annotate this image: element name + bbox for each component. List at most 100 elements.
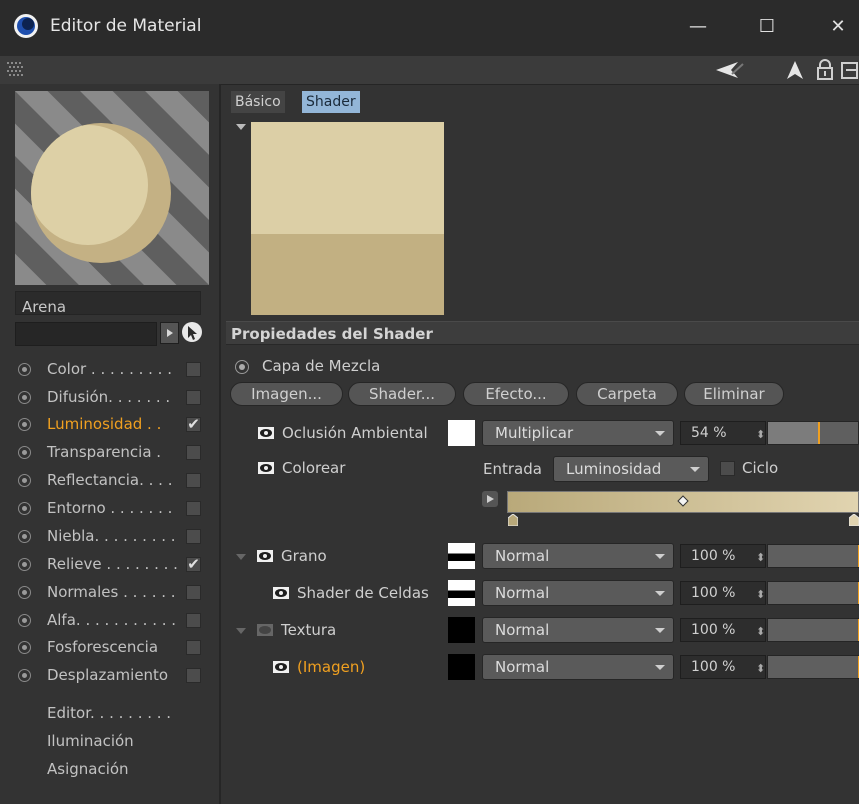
maximize-button[interactable]: ☐: [752, 12, 782, 42]
nav-illumination[interactable]: Iluminación: [47, 732, 134, 750]
cells-mode-dropdown[interactable]: Normal: [482, 580, 674, 606]
channel-checkbox[interactable]: ✔: [186, 417, 201, 432]
delete-button[interactable]: Eliminar: [684, 382, 784, 406]
texture-mode-dropdown[interactable]: Normal: [482, 617, 674, 643]
channel-luminosity[interactable]: Luminosidad . . ✔: [15, 414, 205, 436]
spinner-icon[interactable]: ⬍: [756, 424, 765, 446]
occlusion-swatch[interactable]: [448, 420, 475, 446]
eye-icon[interactable]: [273, 661, 289, 673]
channel-checkbox[interactable]: [186, 585, 201, 600]
channel-checkbox[interactable]: [186, 473, 201, 488]
channel-radio[interactable]: [18, 502, 31, 515]
channel-checkbox[interactable]: [186, 362, 201, 377]
channel-alpha[interactable]: Alfa. . . . . . . . . . .: [15, 610, 205, 632]
grain-swatch[interactable]: [448, 543, 475, 569]
close-button[interactable]: ✕: [823, 12, 853, 42]
channel-reflectance[interactable]: Reflectancia. . . .: [15, 470, 205, 492]
collapse-icon[interactable]: [236, 628, 246, 634]
spinner-icon[interactable]: ⬍: [756, 658, 765, 680]
gradient-knot-icon[interactable]: [849, 514, 859, 526]
channel-environment[interactable]: Entorno . . . . . . .: [15, 498, 205, 520]
layer-radio[interactable]: [235, 360, 249, 374]
channel-checkbox[interactable]: ✔: [186, 557, 201, 572]
occlusion-percent-field[interactable]: 54 % ⬍: [680, 421, 766, 445]
channel-checkbox[interactable]: [186, 529, 201, 544]
channel-checkbox[interactable]: [186, 613, 201, 628]
cells-swatch[interactable]: [448, 580, 475, 606]
spinner-icon[interactable]: ⬍: [756, 547, 765, 569]
cells-percent-field[interactable]: 100 % ⬍: [680, 581, 766, 605]
nav-assignment[interactable]: Asignación: [47, 760, 129, 778]
image-slider[interactable]: [767, 655, 859, 679]
channel-checkbox[interactable]: [186, 640, 201, 655]
channel-radio[interactable]: [18, 558, 31, 571]
image-percent-field[interactable]: 100 % ⬍: [680, 655, 766, 679]
nav-editor[interactable]: Editor. . . . . . . . .: [47, 704, 171, 722]
channel-radio[interactable]: [18, 669, 31, 682]
texture-percent-field[interactable]: 100 % ⬍: [680, 618, 766, 642]
channel-fog[interactable]: Niebla. . . . . . . . .: [15, 526, 205, 548]
eye-icon[interactable]: [273, 587, 289, 599]
channel-radio[interactable]: [18, 614, 31, 627]
channel-radio[interactable]: [18, 363, 31, 376]
eye-icon[interactable]: [257, 624, 273, 636]
expand-arrow-icon[interactable]: [160, 322, 179, 344]
new-window-icon[interactable]: [840, 59, 859, 81]
grain-slider[interactable]: [767, 544, 859, 568]
folder-button[interactable]: Carpeta: [576, 382, 678, 406]
gradient-midpoint-icon[interactable]: [677, 495, 689, 507]
minimize-button[interactable]: —: [683, 12, 713, 42]
channel-radio[interactable]: [18, 641, 31, 654]
channel-transparency[interactable]: Transparencia .: [15, 442, 205, 464]
texture-swatch[interactable]: [448, 617, 475, 643]
channel-glow[interactable]: Fosforescencia: [15, 637, 205, 659]
collapse-icon[interactable]: [236, 554, 246, 560]
channel-color[interactable]: Color . . . . . . . . .: [15, 359, 205, 381]
cycle-checkbox[interactable]: [720, 461, 735, 476]
panel-divider[interactable]: [219, 84, 221, 804]
channel-radio[interactable]: [18, 586, 31, 599]
eye-icon[interactable]: [257, 550, 273, 562]
occlusion-slider[interactable]: [767, 421, 859, 445]
effect-button[interactable]: Efecto...: [463, 382, 569, 406]
channel-radio[interactable]: [18, 391, 31, 404]
input-dropdown[interactable]: Luminosidad: [553, 456, 709, 482]
image-mode-dropdown[interactable]: Normal: [482, 654, 674, 680]
occlusion-mode-dropdown[interactable]: Multiplicar: [482, 420, 674, 446]
tab-shader[interactable]: Shader: [302, 91, 360, 113]
eye-icon[interactable]: [258, 427, 274, 439]
texture-slider[interactable]: [767, 618, 859, 642]
grip-icon[interactable]: [7, 61, 29, 77]
channel-displacement[interactable]: Desplazamiento: [15, 665, 205, 687]
channel-normals[interactable]: Normales . . . . . .: [15, 582, 205, 604]
material-preview[interactable]: [15, 91, 209, 285]
spinner-icon[interactable]: ⬍: [756, 584, 765, 606]
gradient-knot-icon[interactable]: [508, 514, 518, 526]
grain-mode-dropdown[interactable]: Normal: [482, 543, 674, 569]
channel-bump[interactable]: Relieve . . . . . . . . ✔: [15, 554, 205, 576]
image-button[interactable]: Imagen...: [230, 382, 343, 406]
grain-percent-field[interactable]: 100 % ⬍: [680, 544, 766, 568]
channel-checkbox[interactable]: [186, 668, 201, 683]
material-name-field[interactable]: Arena: [15, 291, 201, 316]
pointer-icon[interactable]: [181, 321, 203, 343]
channel-filter-input[interactable]: [15, 322, 157, 346]
spinner-icon[interactable]: ⬍: [756, 621, 765, 643]
channel-radio[interactable]: [18, 530, 31, 543]
shader-button[interactable]: Shader...: [348, 382, 456, 406]
channel-radio[interactable]: [18, 474, 31, 487]
channel-checkbox[interactable]: [186, 445, 201, 460]
collapse-preview-icon[interactable]: [236, 124, 246, 130]
back-arrow-icon[interactable]: [714, 59, 744, 81]
channel-radio[interactable]: [18, 418, 31, 431]
channel-checkbox[interactable]: [186, 390, 201, 405]
tab-basic[interactable]: Básico: [231, 91, 285, 113]
up-arrow-icon[interactable]: [786, 59, 804, 81]
channel-radio[interactable]: [18, 446, 31, 459]
eye-icon[interactable]: [258, 462, 274, 474]
lock-icon[interactable]: [815, 59, 835, 81]
channel-diffusion[interactable]: Difusión. . . . . . .: [15, 387, 205, 409]
image-swatch[interactable]: [448, 654, 475, 680]
gradient-play-icon[interactable]: [482, 491, 498, 507]
channel-checkbox[interactable]: [186, 501, 201, 516]
